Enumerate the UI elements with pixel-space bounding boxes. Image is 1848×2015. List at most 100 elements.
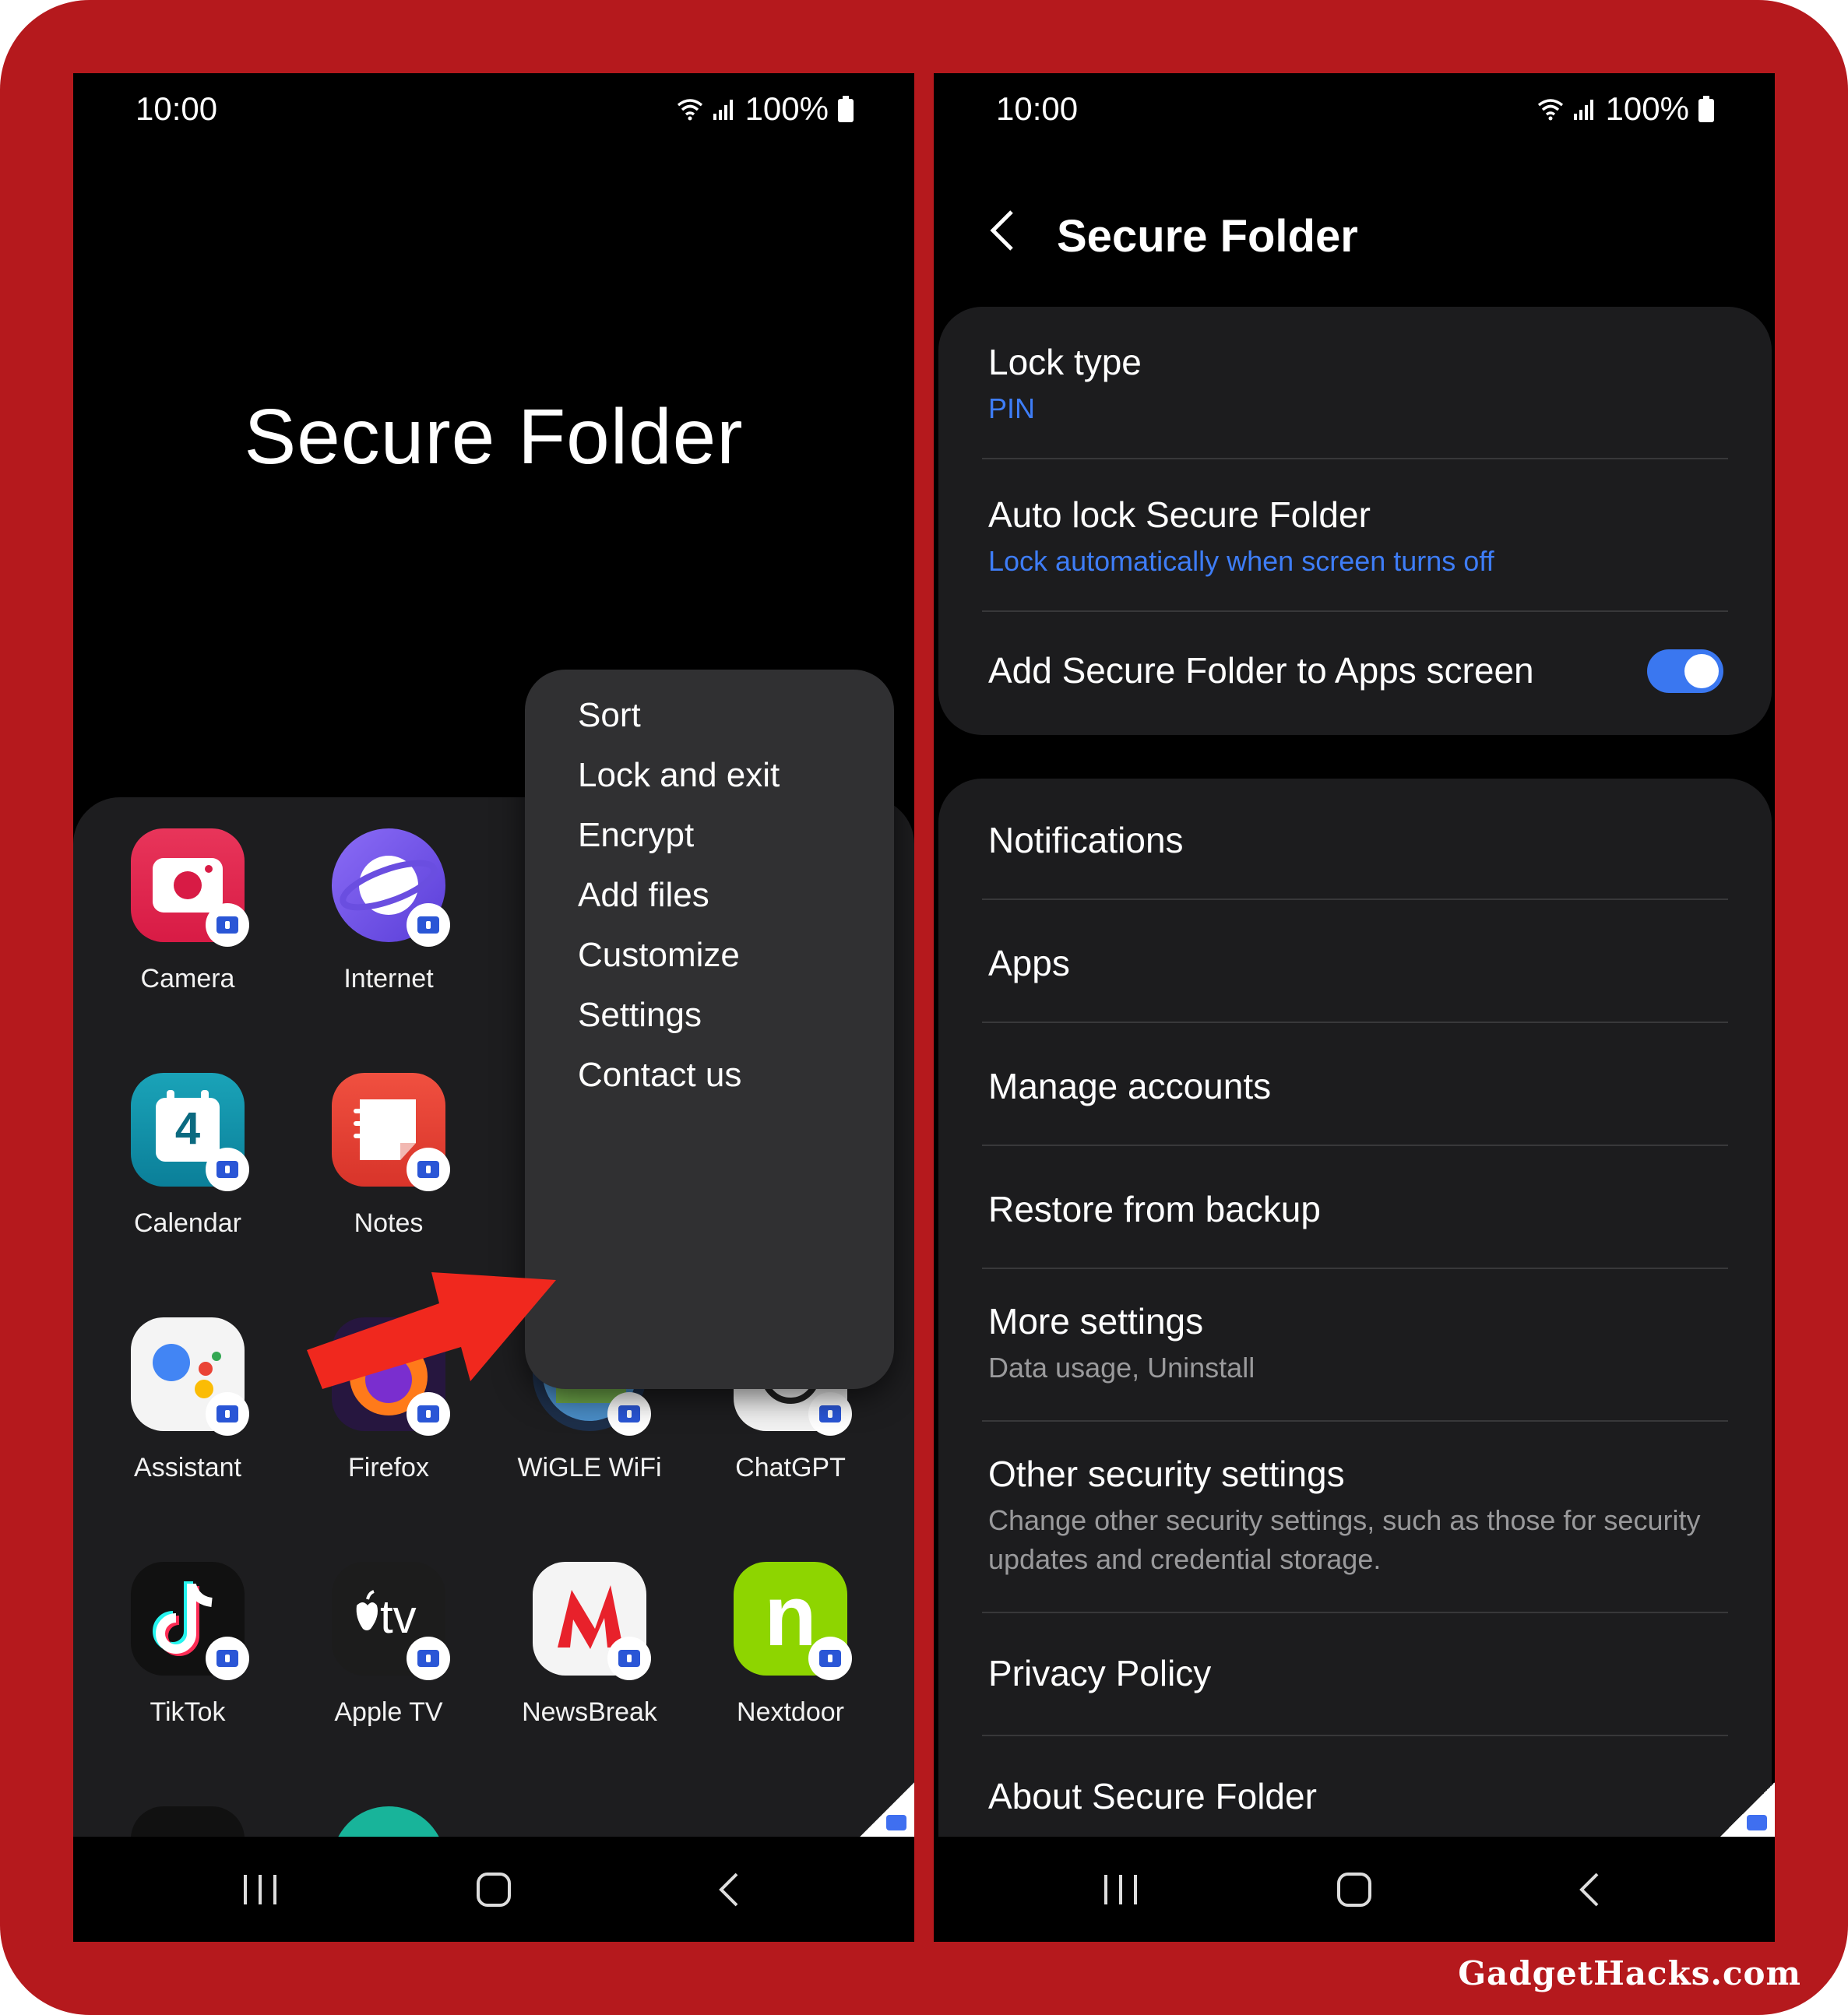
internet-icon <box>332 828 450 947</box>
setting-privacy-policy[interactable]: Privacy Policy <box>988 1652 1728 1694</box>
settings-card-general: Notifications Apps Manage accounts Resto… <box>938 779 1772 1942</box>
app-label: NewsBreak <box>522 1697 657 1727</box>
secure-badge-icon <box>607 1392 651 1436</box>
app-partial-icon[interactable] <box>131 1806 245 1837</box>
app-appletv[interactable]: tv Apple TV <box>288 1562 489 1728</box>
app-label: TikTok <box>150 1697 226 1727</box>
app-label: WiGLE WiFi <box>517 1453 662 1482</box>
add-to-apps-toggle[interactable] <box>1647 649 1723 693</box>
setting-more-settings[interactable]: More settings Data usage, Uninstall <box>988 1300 1728 1387</box>
secure-badge-icon <box>206 1148 249 1191</box>
battery-percent: 100% <box>1605 90 1689 127</box>
app-label: ChatGPT <box>735 1453 846 1482</box>
app-label: Firefox <box>348 1453 429 1482</box>
watermark: GadgetHacks.com <box>1458 1954 1801 1992</box>
home-icon <box>477 1873 511 1907</box>
divider <box>982 1268 1728 1269</box>
divider <box>982 1145 1728 1146</box>
home-button[interactable] <box>470 1866 517 1913</box>
back-icon <box>1579 1873 1599 1907</box>
setting-add-to-apps[interactable]: Add Secure Folder to Apps screen <box>988 649 1728 691</box>
back-button[interactable] <box>1566 1866 1613 1913</box>
menu-item-contact-us[interactable]: Contact us <box>578 1056 741 1095</box>
menu-item-sort[interactable]: Sort <box>578 696 641 735</box>
status-time: 10:00 <box>996 90 1079 127</box>
secure-badge-icon <box>206 1637 249 1680</box>
app-partial-icon[interactable] <box>332 1806 445 1837</box>
setting-auto-lock[interactable]: Auto lock Secure Folder Lock automatical… <box>988 494 1728 581</box>
chevron-left-icon <box>990 210 1013 251</box>
setting-about[interactable]: About Secure Folder <box>988 1775 1728 1817</box>
secure-badge-icon <box>407 1637 450 1680</box>
setting-title: Notifications <box>988 820 1184 860</box>
setting-subtitle: Data usage, Uninstall <box>988 1352 1255 1384</box>
menu-item-customize[interactable]: Customize <box>578 936 740 975</box>
newsbreak-icon <box>533 1562 651 1680</box>
setting-restore-from-backup[interactable]: Restore from backup <box>988 1188 1728 1230</box>
secure-badge-icon <box>808 1637 852 1680</box>
assistant-icon <box>131 1317 249 1436</box>
divider <box>982 610 1728 612</box>
status-bar: 10:00 100% <box>73 73 914 143</box>
divider <box>982 898 1728 900</box>
app-tiktok[interactable]: TikTok <box>87 1562 288 1728</box>
app-assistant[interactable]: Assistant <box>87 1317 288 1483</box>
menu-item-settings[interactable]: Settings <box>578 996 702 1035</box>
setting-other-security[interactable]: Other security settings Change other sec… <box>988 1453 1728 1579</box>
menu-item-lock-and-exit[interactable]: Lock and exit <box>578 756 780 795</box>
setting-subtitle: Lock automatically when screen turns off <box>988 545 1494 577</box>
setting-notifications[interactable]: Notifications <box>988 819 1728 861</box>
status-indicators: 100% <box>677 90 854 128</box>
setting-title: Other security settings <box>988 1454 1345 1494</box>
recents-button[interactable] <box>1097 1866 1144 1913</box>
battery-icon <box>838 96 854 122</box>
home-button[interactable] <box>1331 1866 1378 1913</box>
secure-folder-title: Secure Folder <box>244 393 744 480</box>
app-newsbreak[interactable]: NewsBreak <box>489 1562 690 1728</box>
nav-bar <box>73 1837 914 1942</box>
appletv-glyph: tv <box>380 1591 417 1643</box>
calendar-date: 4 <box>174 1103 201 1154</box>
app-internet[interactable]: Internet <box>288 828 489 994</box>
wifi-icon <box>677 99 702 121</box>
camera-icon <box>131 828 249 947</box>
divider <box>982 1735 1728 1736</box>
setting-apps[interactable]: Apps <box>988 942 1728 984</box>
notes-icon <box>332 1073 450 1191</box>
menu-item-encrypt[interactable]: Encrypt <box>578 816 694 855</box>
secure-badge-icon <box>407 903 450 947</box>
calendar-icon: 4 <box>131 1073 249 1191</box>
setting-title: Auto lock Secure Folder <box>988 494 1371 535</box>
setting-subtitle: PIN <box>988 392 1036 424</box>
secure-badge-icon <box>607 1637 651 1680</box>
setting-manage-accounts[interactable]: Manage accounts <box>988 1065 1728 1107</box>
right-phone-screen: 10:00 100% Secure Folder Lock type PIN A… <box>934 73 1775 1942</box>
divider <box>982 1022 1728 1023</box>
recents-button[interactable] <box>237 1866 283 1913</box>
setting-title: Manage accounts <box>988 1066 1272 1106</box>
setting-title: Apps <box>988 943 1070 983</box>
status-indicators: 100% <box>1537 90 1714 128</box>
back-button[interactable] <box>706 1866 752 1913</box>
overflow-menu: Sort Lock and exit Encrypt Add files Cus… <box>525 670 894 1389</box>
left-phone-screen: 10:00 100% Secure Folder Camera Internet… <box>73 73 914 1942</box>
signal-icon <box>1573 100 1593 120</box>
nav-bar <box>934 1837 1775 1942</box>
settings-card-lock: Lock type PIN Auto lock Secure Folder Lo… <box>938 307 1772 735</box>
secure-badge-icon <box>407 1148 450 1191</box>
pointer-arrow-icon <box>307 1272 556 1389</box>
battery-percent: 100% <box>744 90 829 127</box>
app-nextdoor[interactable]: n Nextdoor <box>690 1562 891 1728</box>
app-label: Nextdoor <box>737 1697 844 1727</box>
setting-lock-type[interactable]: Lock type PIN <box>988 341 1728 428</box>
tiktok-icon <box>131 1562 249 1680</box>
app-label: Camera <box>140 964 235 993</box>
secure-folder-corner-icon <box>860 1782 914 1837</box>
status-time: 10:00 <box>136 90 218 127</box>
setting-subtitle: Change other security settings, such as … <box>988 1504 1701 1575</box>
app-camera[interactable]: Camera <box>87 828 288 994</box>
setting-title: About Secure Folder <box>988 1776 1317 1816</box>
app-calendar[interactable]: 4 Calendar <box>87 1073 288 1239</box>
header-back-button[interactable] <box>982 207 1029 254</box>
menu-item-add-files[interactable]: Add files <box>578 876 709 915</box>
